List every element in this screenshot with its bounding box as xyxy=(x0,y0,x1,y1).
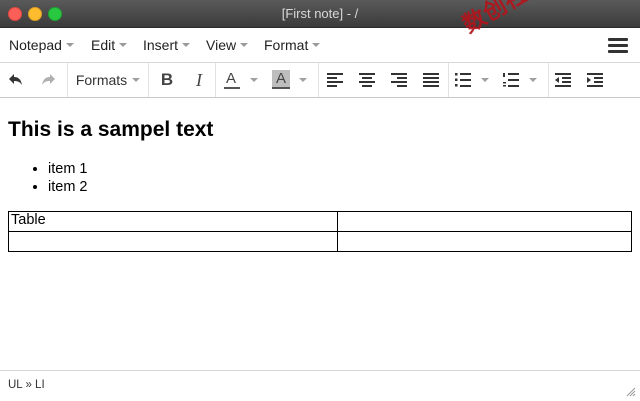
background-color-icon: A xyxy=(271,69,291,91)
resize-grip-icon[interactable] xyxy=(626,387,636,397)
undo-icon xyxy=(9,74,22,85)
chevron-down-icon xyxy=(529,78,537,82)
menu-edit-label: Edit xyxy=(91,37,116,53)
menu-insert[interactable]: Insert xyxy=(143,37,191,53)
italic-icon: I xyxy=(196,69,202,90)
indent-icon xyxy=(587,73,603,87)
chevron-down-icon xyxy=(119,43,128,47)
numbered-list-icon xyxy=(503,73,519,87)
toolbar-separator xyxy=(67,63,68,97)
table-cell[interactable] xyxy=(337,211,632,232)
redo-icon xyxy=(42,74,55,85)
editor-area[interactable]: This is a sampel text item 1 item 2 Tabl… xyxy=(0,98,640,370)
outdent-icon xyxy=(555,73,571,87)
list-item: item 2 xyxy=(48,178,88,196)
numbered-list-button[interactable] xyxy=(503,68,543,92)
menu-format-label: Format xyxy=(264,37,309,53)
chevron-down-icon xyxy=(250,78,258,82)
title-bar: [First note] - / xyxy=(0,0,640,28)
table-row: Table xyxy=(8,211,632,232)
menu-notepad[interactable]: Notepad xyxy=(9,37,74,53)
toolbar-separator xyxy=(318,63,319,97)
italic-button[interactable]: I xyxy=(187,68,211,92)
bold-button[interactable]: B xyxy=(155,68,179,92)
bullet-list: item 1 item 2 xyxy=(30,160,88,196)
bullet-list-button[interactable] xyxy=(455,68,495,92)
menu-view[interactable]: View xyxy=(206,37,249,53)
align-center-button[interactable] xyxy=(356,68,378,92)
indent-button[interactable] xyxy=(584,68,606,92)
undo-button[interactable] xyxy=(4,68,28,92)
align-right-icon xyxy=(391,73,407,87)
outdent-button[interactable] xyxy=(552,68,574,92)
table-cell[interactable] xyxy=(8,231,338,252)
background-color-glyph: A xyxy=(276,70,287,87)
table-cell[interactable] xyxy=(337,231,632,252)
list-item: item 1 xyxy=(48,160,88,178)
formats-label: Formats xyxy=(75,72,128,88)
menu-insert-label: Insert xyxy=(143,37,179,53)
text-color-icon: A xyxy=(222,69,242,91)
align-right-button[interactable] xyxy=(388,68,410,92)
menu-format[interactable]: Format xyxy=(264,37,321,53)
formats-dropdown[interactable]: Formats xyxy=(74,68,142,92)
document-table[interactable]: Table xyxy=(8,211,632,252)
table-cell[interactable]: Table xyxy=(8,211,338,232)
window-title: [First note] - / xyxy=(281,6,359,21)
chevron-down-icon xyxy=(240,43,249,47)
toolbar-separator xyxy=(548,63,549,97)
status-bar: UL » LI xyxy=(0,370,640,401)
toolbar-separator xyxy=(215,63,216,97)
document-heading: This is a sampel text xyxy=(8,118,214,141)
background-color-button[interactable]: A xyxy=(271,68,311,92)
chevron-down-icon xyxy=(132,78,141,82)
text-color-button[interactable]: A xyxy=(222,68,262,92)
align-justify-button[interactable] xyxy=(420,68,442,92)
redo-button[interactable] xyxy=(36,68,60,92)
align-left-button[interactable] xyxy=(324,68,346,92)
toolbar-separator xyxy=(148,63,149,97)
bullet-list-icon xyxy=(455,73,471,87)
menu-bar: Notepad Edit Insert View Format xyxy=(0,28,640,63)
chevron-down-icon xyxy=(182,43,191,47)
table-row xyxy=(8,231,632,252)
toolbar-separator xyxy=(448,63,449,97)
menu-view-label: View xyxy=(206,37,237,53)
bold-icon: B xyxy=(160,70,174,89)
element-path: UL » LI xyxy=(8,379,45,391)
chevron-down-icon xyxy=(65,43,74,47)
menu-notepad-label: Notepad xyxy=(9,37,62,53)
align-center-icon xyxy=(359,73,375,87)
chevron-down-icon xyxy=(312,43,321,47)
menu-edit[interactable]: Edit xyxy=(91,37,128,53)
chevron-down-icon xyxy=(299,78,307,82)
chevron-down-icon xyxy=(481,78,489,82)
hamburger-menu-icon[interactable] xyxy=(608,38,628,53)
align-justify-icon xyxy=(423,73,439,87)
formatting-toolbar: Formats B I A A xyxy=(0,63,640,98)
text-color-glyph: A xyxy=(226,70,237,87)
align-left-icon xyxy=(327,73,343,87)
